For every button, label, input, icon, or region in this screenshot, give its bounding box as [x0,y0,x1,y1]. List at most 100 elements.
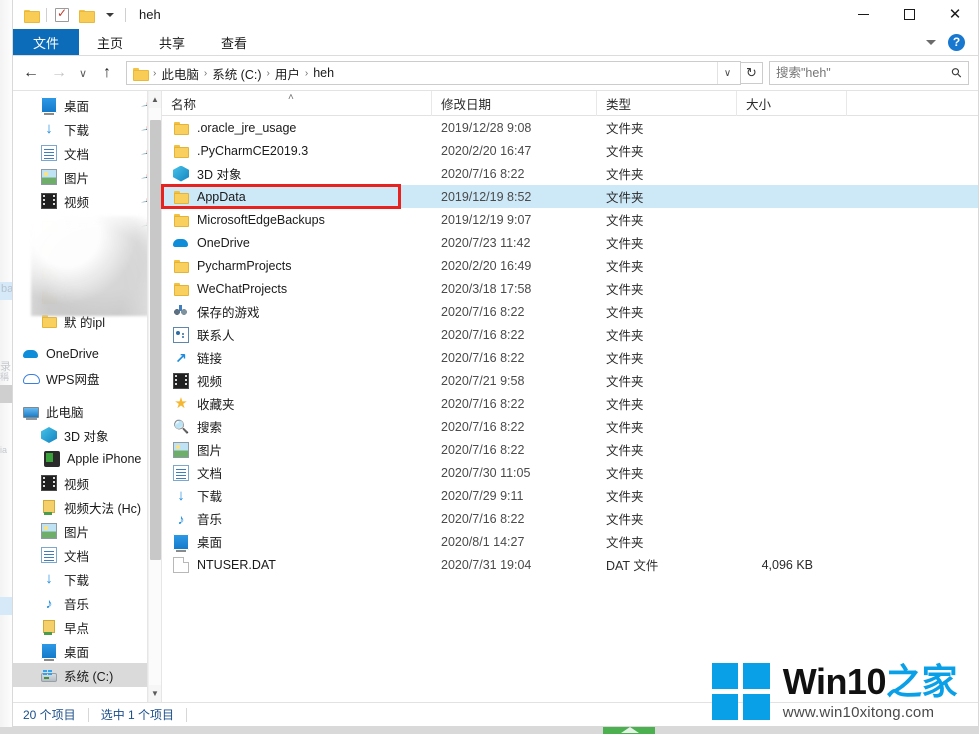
table-row[interactable]: PycharmProjects 2020/2/20 16:49 文件夹 [162,254,978,277]
sidebar-item-素材库[interactable]: 素材库📌 [13,213,161,237]
taskbar-app-icon[interactable] [603,727,655,734]
refresh-button[interactable]: ↻ [741,62,763,84]
sidebar-item-文档[interactable]: 文档 [13,543,161,567]
title-bar: heh ✕ [13,0,978,29]
sidebar-item-wps网盘[interactable]: WPS网盘 [13,366,161,390]
table-row[interactable]: OneDrive 2020/7/23 11:42 文件夹 [162,231,978,254]
address-bar[interactable]: › 此电脑 › 系统 (C:) › 用户 › heh ∨ [126,61,741,85]
qat-divider-2 [125,7,126,22]
table-row[interactable]: 下载 2020/7/29 9:11 文件夹 [162,484,978,507]
close-button[interactable]: ✕ [932,0,978,29]
sidebar-item-早点[interactable]: 早点 [13,615,161,639]
chevron-down-icon[interactable] [926,39,936,45]
sidebar-item-∕[interactable]: ∕ [13,285,161,309]
sidebar-item-label: OneDrive [46,347,99,361]
table-row[interactable]: NTUSER.DAT 2020/7/31 19:04 DAT 文件 4,096 KB [162,553,978,576]
breadcrumb-heh[interactable]: heh [309,66,338,80]
back-button[interactable]: ← [17,59,45,87]
sidebar-item-桌面[interactable]: 桌面 [13,639,161,663]
tab-file[interactable]: 文件 [13,29,80,55]
table-row[interactable]: 文档 2020/7/30 11:05 文件夹 [162,461,978,484]
cell-date: 2020/7/16 8:22 [441,442,525,457]
table-row[interactable]: .oracle_jre_usage 2019/12/28 9:08 文件夹 [162,116,978,139]
column-header-size[interactable]: 大小 [737,90,847,116]
table-row[interactable]: 保存的游戏 2020/7/16 8:22 文件夹 [162,300,978,323]
help-icon[interactable]: ? [948,33,965,51]
watermark-url: www.win10xitong.com [782,703,935,721]
table-row[interactable]: 3D 对象 2020/7/16 8:22 文件夹 [162,162,978,185]
maximize-button[interactable] [886,0,932,29]
sidebar-item-文档[interactable]: 文档📌 [13,141,161,165]
nav-scroll-track[interactable] [149,108,161,685]
file-name-label: 保存的游戏 [197,306,260,320]
sidebar-item-默-的ipl[interactable]: 默 的ipl [13,309,161,333]
sidebar-item-label: 此电脑 [46,405,84,420]
sidebar-item-音乐[interactable]: 音乐 [13,591,161,615]
qat-folder-icon[interactable] [19,4,43,26]
cell-size [737,185,847,208]
column-header-type[interactable]: 类型 [597,90,737,116]
qat-properties-icon[interactable] [50,4,74,26]
file-name-label: 链接 [197,352,223,366]
sidebar-item-视频[interactable]: 视频📌 [13,189,161,213]
column-header-name[interactable]: 名称 ˄ [162,90,432,116]
table-row[interactable]: MicrosoftEdgeBackups 2019/12/19 9:07 文件夹 [162,208,978,231]
breadcrumb-users[interactable]: 用户 [271,64,304,83]
recent-locations-button[interactable]: ∨ [73,59,93,87]
table-row[interactable]: 视频 2020/7/21 9:58 文件夹 [162,369,978,392]
sidebar-item-系统-(c:)[interactable]: 系统 (C:) [13,663,161,687]
scroll-down-icon[interactable]: ▼ [149,685,161,702]
folder-icon [173,281,189,297]
sidebar-item-桌面[interactable]: 桌面📌 [13,93,161,117]
table-row[interactable]: WeChatProjects 2020/3/18 17:58 文件夹 [162,277,978,300]
sidebar-item-图片[interactable]: 图片 [13,519,161,543]
table-row[interactable]: 搜索 2020/7/16 8:22 文件夹 [162,415,978,438]
table-row[interactable]: 桌面 2020/8/1 14:27 文件夹 [162,530,978,553]
forward-button[interactable]: → [45,59,73,87]
sidebar-item-label: 默 的ipl [64,315,105,330]
tab-share[interactable]: 共享 [141,29,203,55]
table-row[interactable]: 音乐 2020/7/16 8:22 文件夹 [162,507,978,530]
qat-customize-dropdown-icon[interactable] [98,4,122,26]
sidebar-item-onedrive[interactable]: OneDrive [13,342,161,366]
sidebar-item-obscured-6[interactable] [13,237,161,261]
table-row[interactable]: AppData 2019/12/19 8:52 文件夹 [162,185,978,208]
scroll-up-icon[interactable]: ▲ [149,91,161,108]
sidebar-item-下载[interactable]: 下载 [13,567,161,591]
search-box[interactable]: ⚲ [769,61,969,85]
cell-size [737,231,847,254]
sidebar-item-h-e.[interactable]: h e. [13,261,161,285]
file-name-label: 图片 [197,444,223,458]
nav-pane-scrollbar[interactable]: ▲ ▼ [148,91,161,702]
up-button[interactable]: ↑ [93,59,121,87]
tab-view[interactable]: 查看 [203,29,265,55]
folder-icon [41,313,57,329]
address-dropdown-icon[interactable]: ∨ [717,62,737,84]
breadcrumb-system-c[interactable]: 系统 (C:) [208,64,265,83]
table-row[interactable]: 链接 2020/7/16 8:22 文件夹 [162,346,978,369]
sidebar-item-视频大法-(hc)[interactable]: 视频大法 (Hc) [13,495,161,519]
sidebar-item-下载[interactable]: 下载📌 [13,117,161,141]
sidebar-item-此电脑[interactable]: 此电脑 [13,399,161,423]
sidebar-item-apple-iphone[interactable]: Apple iPhone [13,447,161,471]
search-input[interactable] [776,66,953,80]
file-name-label: AppData [197,189,246,204]
videos-icon [173,372,189,389]
column-header-date[interactable]: 修改日期 [432,90,597,116]
tab-home[interactable]: 主页 [79,29,141,55]
table-row[interactable]: 联系人 2020/7/16 8:22 文件夹 [162,323,978,346]
qat-new-folder-icon[interactable] [74,4,98,26]
minimize-button[interactable] [840,0,886,29]
cell-date: 2019/12/19 9:07 [441,212,532,227]
sidebar-item-3d-对象[interactable]: 3D 对象 [13,423,161,447]
table-row[interactable]: 图片 2020/7/16 8:22 文件夹 [162,438,978,461]
folder-icon [173,258,189,274]
sidebar-item-视频[interactable]: 视频 [13,471,161,495]
sidebar-item-图片[interactable]: 图片📌 [13,165,161,189]
breadcrumb-this-pc[interactable]: 此电脑 [157,64,203,83]
sidebar-item-label: 系统 (C:) [64,669,114,684]
nav-scroll-thumb[interactable] [150,120,161,560]
table-row[interactable]: .PyCharmCE2019.3 2020/2/20 16:47 文件夹 [162,139,978,162]
saved-games-icon [173,304,189,320]
table-row[interactable]: 收藏夹 2020/7/16 8:22 文件夹 [162,392,978,415]
